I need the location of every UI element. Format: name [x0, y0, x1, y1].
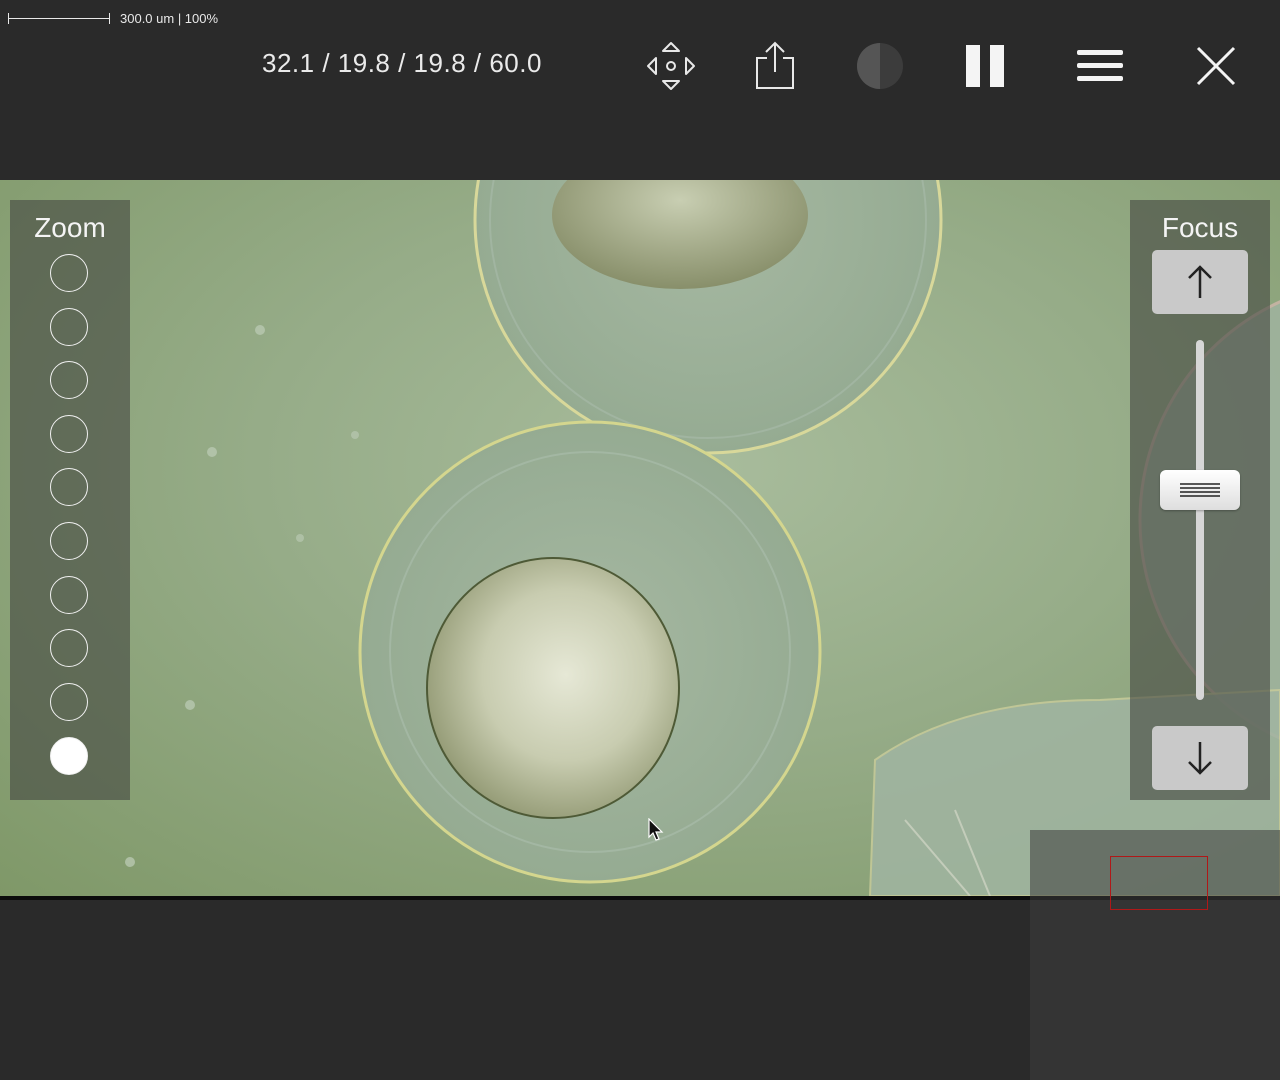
- zoom-title: Zoom: [34, 212, 106, 243]
- scale-bar-label: 300.0 um | 100%: [120, 10, 219, 26]
- zoom-level-4[interactable]: [50, 415, 88, 453]
- focus-panel: Focus: [1130, 200, 1270, 800]
- move-stage-button[interactable]: [643, 38, 699, 94]
- specimen-image: [125, 180, 1280, 896]
- zoom-level-2[interactable]: [50, 308, 88, 346]
- focus-up-button[interactable]: [1152, 250, 1248, 314]
- menu-icon: [1077, 50, 1123, 81]
- stage-coordinates: 32.1 / 19.8 / 19.8 / 60.0: [262, 48, 542, 78]
- contrast-button[interactable]: [852, 38, 908, 94]
- share-button[interactable]: [747, 38, 803, 94]
- zoom-level-3[interactable]: [50, 361, 88, 399]
- focus-down-button[interactable]: [1152, 726, 1248, 790]
- pause-button[interactable]: [957, 38, 1013, 94]
- close-button[interactable]: [1188, 38, 1244, 94]
- move-icon: [647, 42, 695, 90]
- focus-slider-thumb[interactable]: [1160, 470, 1240, 510]
- zoom-level-8[interactable]: [50, 629, 88, 667]
- overview-minimap[interactable]: [1030, 830, 1280, 1080]
- scale-bar-line: [8, 12, 110, 24]
- focus-slider-track[interactable]: [1196, 340, 1204, 700]
- zoom-panel: Zoom: [10, 200, 130, 800]
- grip-lines-icon: [1180, 483, 1220, 497]
- minimap-viewport-indicator[interactable]: [1110, 856, 1208, 910]
- scale-bar: 300.0 um | 100%: [8, 8, 218, 28]
- zoom-level-10[interactable]: [50, 737, 88, 775]
- zoom-level-6[interactable]: [50, 522, 88, 560]
- pause-icon: [966, 45, 1004, 87]
- arrow-down-icon: [1188, 742, 1212, 775]
- focus-title: Focus: [1161, 212, 1239, 243]
- arrow-up-icon: [1188, 265, 1212, 298]
- zoom-level-7[interactable]: [50, 576, 88, 614]
- share-icon: [756, 41, 794, 89]
- menu-button[interactable]: [1072, 38, 1128, 94]
- contrast-icon: [857, 43, 903, 89]
- zoom-level-1[interactable]: [50, 254, 88, 292]
- zoom-level-9[interactable]: [50, 683, 88, 721]
- microscope-view[interactable]: [0, 180, 1280, 896]
- mouse-cursor-icon: [648, 818, 664, 841]
- close-icon: [1196, 46, 1236, 86]
- zoom-level-5[interactable]: [50, 468, 88, 506]
